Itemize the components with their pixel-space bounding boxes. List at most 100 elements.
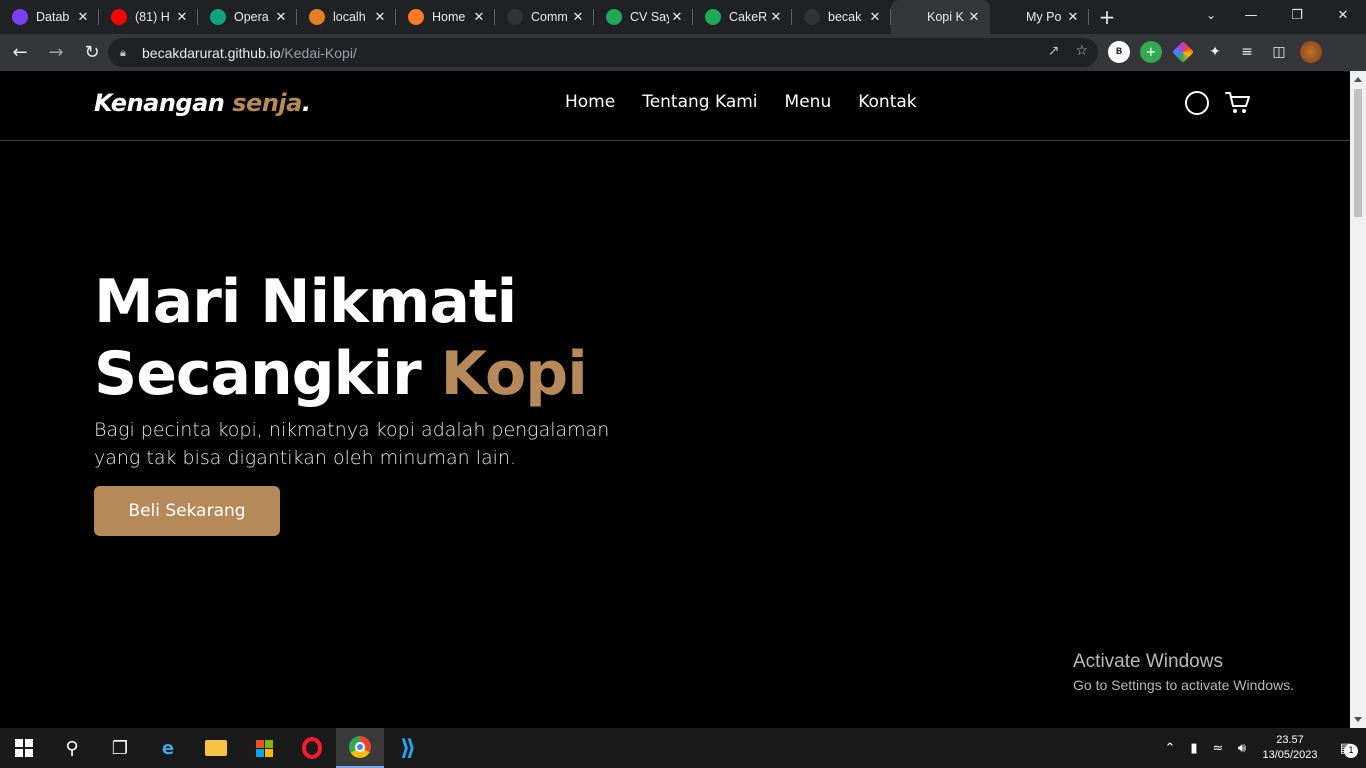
nav-kontak[interactable]: Kontak xyxy=(858,92,916,112)
close-tab-icon[interactable]: ✕ xyxy=(768,10,784,25)
tab-list: Datab ✕ (81) H ✕ Opera ✕ localh ✕ Home ✕ Comm ✕ CV S… xyxy=(0,0,1089,34)
xampp-icon xyxy=(408,9,424,25)
url-host: becakdarurat.github.io xyxy=(142,44,281,61)
nav-tentang-kami[interactable]: Tentang Kami xyxy=(642,92,757,112)
restore-button[interactable]: ❐ xyxy=(1274,0,1320,30)
notification-center-icon[interactable]: ▤1 xyxy=(1326,741,1366,758)
extensions-area: B + ✦ ≡ ◫ xyxy=(1108,41,1322,63)
windows-taskbar: ⚲ ❐ e ⟫ ⌃ ▮ ≈ 🔊︎ 23.57 13/05/2023 ▤1 xyxy=(0,728,1366,768)
browser-tab[interactable]: becak ✕ xyxy=(792,0,891,34)
close-tab-icon[interactable]: ✕ xyxy=(570,10,586,25)
tab-title: CakeR xyxy=(729,10,768,24)
browser-tab[interactable]: My Po ✕ xyxy=(990,0,1089,34)
lock-icon[interactable]: 🔒︎ xyxy=(120,46,134,60)
close-window-button[interactable]: ✕ xyxy=(1320,0,1366,30)
browser-tab[interactable]: Home ✕ xyxy=(396,0,495,34)
github-icon xyxy=(804,9,820,25)
puzzle-extensions-icon[interactable]: ✦ xyxy=(1204,41,1226,63)
tab-title: My Po xyxy=(1026,10,1062,24)
tab-title: Kopi K xyxy=(927,10,964,24)
site-navbar: Kenangan senja. Home Tentang Kami Menu K… xyxy=(0,71,1350,141)
notification-count: 1 xyxy=(1344,743,1358,758)
tab-title: Home xyxy=(432,10,466,24)
close-tab-icon[interactable]: ✕ xyxy=(867,10,883,25)
file-explorer-icon[interactable] xyxy=(192,728,240,768)
c-icon xyxy=(606,9,622,25)
windows-activation-watermark: Activate Windows Go to Settings to activ… xyxy=(1073,651,1294,693)
clock-date: 13/05/2023 xyxy=(1262,749,1318,761)
close-tab-icon[interactable]: ✕ xyxy=(174,10,190,25)
browser-tab[interactable]: Datab ✕ xyxy=(0,0,99,34)
hero-description: Bagi pecinta kopi, nikmatnya kopi adalah… xyxy=(94,419,610,469)
vscode-icon[interactable]: ⟫ xyxy=(384,728,432,768)
wifi-icon[interactable]: ≈ xyxy=(1206,741,1230,756)
close-tab-icon[interactable]: ✕ xyxy=(273,10,289,25)
bookmark-star-icon[interactable]: ☆ xyxy=(1075,43,1088,59)
tab-title: becak xyxy=(828,10,862,24)
task-view-icon[interactable]: ❐ xyxy=(96,728,144,768)
browser-tab[interactable]: Comm ✕ xyxy=(495,0,594,34)
green-plus-extension-icon[interactable]: + xyxy=(1140,41,1162,63)
globe-icon xyxy=(1002,9,1018,25)
back-icon[interactable]: ← xyxy=(4,37,36,69)
profile-b-icon[interactable]: B xyxy=(1108,41,1130,63)
share-icon[interactable]: ↗ xyxy=(1048,43,1060,59)
shopping-cart-icon[interactable] xyxy=(1225,91,1250,115)
close-tab-icon[interactable]: ✕ xyxy=(372,10,388,25)
tab-search-icon[interactable]: ⌄ xyxy=(1206,8,1216,22)
page-scrollbar[interactable] xyxy=(1350,71,1366,728)
close-tab-icon[interactable]: ✕ xyxy=(471,10,487,25)
clock[interactable]: 23.57 13/05/2023 xyxy=(1254,733,1326,763)
search-icon[interactable] xyxy=(1185,91,1209,115)
scroll-up-arrow[interactable] xyxy=(1354,77,1362,82)
browser-tab[interactable]: localh ✕ xyxy=(297,0,396,34)
forward-icon[interactable]: → xyxy=(40,37,72,69)
browser-tab[interactable]: CakeR ✕ xyxy=(693,0,792,34)
volume-icon[interactable]: 🔊︎ xyxy=(1230,741,1254,756)
logo-dot: . xyxy=(301,89,311,117)
watermark-title: Activate Windows xyxy=(1073,651,1223,672)
battery-icon[interactable]: ▮ xyxy=(1182,741,1206,756)
clock-time: 23.57 xyxy=(1276,734,1304,746)
browser-tab[interactable]: CV Say ✕ xyxy=(594,0,693,34)
opera-icon[interactable] xyxy=(288,728,336,768)
site-logo[interactable]: Kenangan senja. xyxy=(94,89,311,117)
profile-avatar[interactable] xyxy=(1300,41,1322,63)
u-icon xyxy=(12,9,28,25)
search-taskbar-icon[interactable]: ⚲ xyxy=(48,728,96,768)
close-tab-icon[interactable]: ✕ xyxy=(669,10,685,25)
youtube-icon xyxy=(111,9,127,25)
logo-accent-text: senja xyxy=(232,89,302,117)
close-tab-icon[interactable]: ✕ xyxy=(75,10,91,25)
scrollbar-thumb[interactable] xyxy=(1354,89,1362,217)
close-tab-icon[interactable]: ✕ xyxy=(1065,10,1081,25)
scroll-down-arrow[interactable] xyxy=(1354,717,1362,722)
openai-icon xyxy=(210,9,226,25)
minimize-button[interactable]: — xyxy=(1228,0,1274,30)
color-extension-icon[interactable] xyxy=(1172,41,1194,63)
xampp-icon xyxy=(309,9,325,25)
side-panel-icon[interactable]: ◫ xyxy=(1268,41,1290,63)
chrome-icon[interactable] xyxy=(336,728,384,768)
nav-menu[interactable]: Menu xyxy=(785,92,832,112)
tab-title: (81) H xyxy=(135,10,170,24)
chevron-up-icon[interactable]: ⌃ xyxy=(1158,741,1182,756)
browser-tab[interactable]: Kopi K ✕ xyxy=(891,0,990,34)
start-windows-icon[interactable] xyxy=(0,728,48,768)
tab-title: Opera xyxy=(234,10,269,24)
media-playlist-icon[interactable]: ≡ xyxy=(1236,41,1258,63)
nav-home[interactable]: Home xyxy=(565,92,615,112)
reload-icon[interactable]: ↻ xyxy=(76,37,108,69)
logo-text: Kenangan xyxy=(94,89,233,117)
edge-icon[interactable]: e xyxy=(144,728,192,768)
browser-tab[interactable]: (81) H ✕ xyxy=(99,0,198,34)
hero-line-1: Mari Nikmati xyxy=(94,267,517,337)
browser-tab[interactable]: Opera ✕ xyxy=(198,0,297,34)
close-tab-icon[interactable]: ✕ xyxy=(966,10,982,25)
store-icon[interactable] xyxy=(240,728,288,768)
site-menu: Home Tentang Kami Menu Kontak xyxy=(565,92,917,112)
new-tab-button[interactable]: + xyxy=(1089,5,1125,29)
buy-now-button[interactable]: Beli Sekarang xyxy=(94,486,280,536)
globe-icon xyxy=(903,9,919,25)
address-bar[interactable]: 🔒︎ becakdarurat.github.io/Kedai-Kopi/ ↗ … xyxy=(108,38,1098,67)
